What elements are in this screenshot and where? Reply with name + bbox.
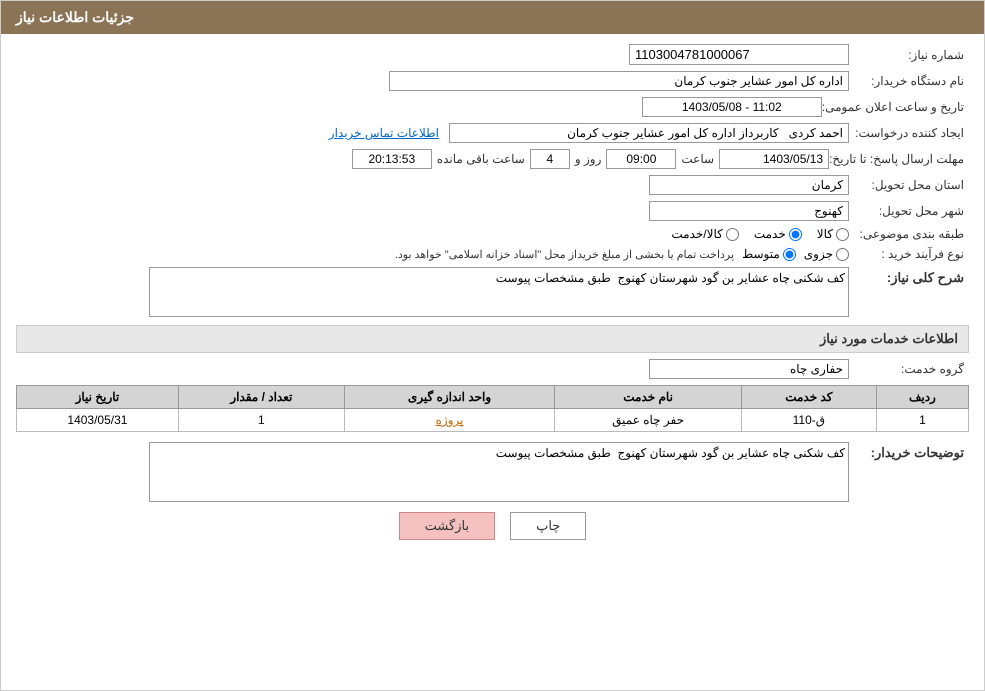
process-jozvi-label: جزوی: [804, 247, 833, 261]
back-button[interactable]: بازگشت: [399, 512, 495, 540]
page-title: جزئیات اطلاعات نیاز: [16, 9, 134, 25]
col-service-code: کد خدمت: [741, 386, 876, 409]
unit-link[interactable]: پروژه: [436, 413, 464, 427]
buyer-desc-label: توضیحات خریدار:: [849, 442, 969, 461]
cell-date: 1403/05/31: [17, 409, 179, 432]
deadline-days-label: روز و: [575, 152, 602, 166]
cell-unit: پروژه: [344, 409, 554, 432]
deadline-date-input[interactable]: [719, 149, 829, 169]
province-input[interactable]: [649, 175, 849, 195]
col-service-name: نام خدمت: [555, 386, 742, 409]
cell-row-num: 1: [876, 409, 968, 432]
service-group-row: گروه خدمت:: [16, 359, 969, 379]
province-row: استان محل تحویل:: [16, 175, 969, 195]
process-motevaset-radio[interactable]: [783, 248, 796, 261]
process-jozvi-item: جزوی: [804, 247, 849, 261]
table-header-row: ردیف کد خدمت نام خدمت واحد اندازه گیری ت…: [17, 386, 969, 409]
category-radio-group: کالا خدمت کالا/خدمت: [671, 227, 849, 241]
services-table: ردیف کد خدمت نام خدمت واحد اندازه گیری ت…: [16, 385, 969, 432]
need-number-label: شماره نیاز:: [849, 48, 969, 62]
category-kala-item: کالا: [817, 227, 849, 241]
buyer-org-row: نام دستگاه خریدار:: [16, 71, 969, 91]
service-group-input[interactable]: [649, 359, 849, 379]
need-number-input[interactable]: [629, 44, 849, 65]
province-label: استان محل تحویل:: [849, 178, 969, 192]
print-button[interactable]: چاپ: [510, 512, 586, 540]
city-input[interactable]: [649, 201, 849, 221]
contact-link[interactable]: اطلاعات تماس خریدار: [329, 126, 439, 140]
process-row: نوع فرآیند خرید : جزوی متوسط پرداخت تمام…: [16, 247, 969, 261]
page-header: جزئیات اطلاعات نیاز: [1, 1, 984, 34]
need-desc-label: شرح کلی نیاز:: [849, 267, 969, 286]
buyer-org-input[interactable]: [389, 71, 849, 91]
deadline-remaining-label: ساعت باقی مانده: [437, 152, 525, 166]
process-description: پرداخت تمام یا بخشی از مبلغ خریداز محل "…: [395, 248, 734, 261]
city-row: شهر محل تحویل:: [16, 201, 969, 221]
city-label: شهر محل تحویل:: [849, 204, 969, 218]
services-table-section: ردیف کد خدمت نام خدمت واحد اندازه گیری ت…: [16, 385, 969, 432]
buyer-desc-textarea[interactable]: [149, 442, 849, 502]
table-row: 1 ق-110 حفر چاه عمیق پروژه 1 1403/05/31: [17, 409, 969, 432]
deadline-row: مهلت ارسال پاسخ: تا تاریخ: ساعت روز و سا…: [16, 149, 969, 169]
category-kala-radio[interactable]: [836, 228, 849, 241]
col-row-num: ردیف: [876, 386, 968, 409]
process-label: نوع فرآیند خرید :: [849, 247, 969, 261]
announce-date-label: تاریخ و ساعت اعلان عمومی:: [822, 100, 969, 114]
col-quantity: تعداد / مقدار: [178, 386, 344, 409]
creator-label: ایجاد کننده درخواست:: [849, 126, 969, 140]
col-date: تاریخ نیاز: [17, 386, 179, 409]
announce-date-row: تاریخ و ساعت اعلان عمومی:: [16, 97, 969, 117]
cell-service-code: ق-110: [741, 409, 876, 432]
buyer-desc-box: توضیحات خریدار:: [16, 442, 969, 502]
process-jozvi-radio[interactable]: [836, 248, 849, 261]
category-khedmat-radio[interactable]: [789, 228, 802, 241]
deadline-time-input[interactable]: [606, 149, 676, 169]
need-desc-textarea[interactable]: [149, 267, 849, 317]
announce-date-input[interactable]: [642, 97, 822, 117]
need-desc-box: شرح کلی نیاز:: [16, 267, 969, 317]
service-group-label: گروه خدمت:: [849, 362, 969, 376]
category-label: طبقه بندی موضوعی:: [849, 227, 969, 241]
process-motevaset-label: متوسط: [742, 247, 780, 261]
category-kala-khedmat-item: کالا/خدمت: [671, 227, 738, 241]
category-row: طبقه بندی موضوعی: کالا خدمت کالا/خدمت: [16, 227, 969, 241]
category-kala-khedmat-radio[interactable]: [726, 228, 739, 241]
col-unit: واحد اندازه گیری: [344, 386, 554, 409]
category-khedmat-item: خدمت: [754, 227, 802, 241]
button-row: چاپ بازگشت: [16, 512, 969, 540]
main-content: شماره نیاز: نام دستگاه خریدار: تاریخ و س…: [1, 34, 984, 560]
category-kala-khedmat-label: کالا/خدمت: [671, 227, 722, 241]
deadline-remaining-input[interactable]: [352, 149, 432, 169]
deadline-days-input[interactable]: [530, 149, 570, 169]
deadline-time-label: ساعت: [681, 152, 714, 166]
process-motevaset-item: متوسط: [742, 247, 796, 261]
services-info-title: اطلاعات خدمات مورد نیاز: [16, 325, 969, 353]
buyer-org-label: نام دستگاه خریدار:: [849, 74, 969, 88]
creator-input[interactable]: [449, 123, 849, 143]
category-khedmat-label: خدمت: [754, 227, 786, 241]
need-number-row: شماره نیاز:: [16, 44, 969, 65]
creator-row: ایجاد کننده درخواست: اطلاعات تماس خریدار: [16, 123, 969, 143]
deadline-label: مهلت ارسال پاسخ: تا تاریخ:: [829, 152, 969, 166]
process-radio-group: جزوی متوسط پرداخت تمام یا بخشی از مبلغ خ…: [395, 247, 849, 261]
page-container: جزئیات اطلاعات نیاز شماره نیاز: نام دستگ…: [0, 0, 985, 691]
cell-quantity: 1: [178, 409, 344, 432]
cell-service-name: حفر چاه عمیق: [555, 409, 742, 432]
category-kala-label: کالا: [817, 227, 833, 241]
